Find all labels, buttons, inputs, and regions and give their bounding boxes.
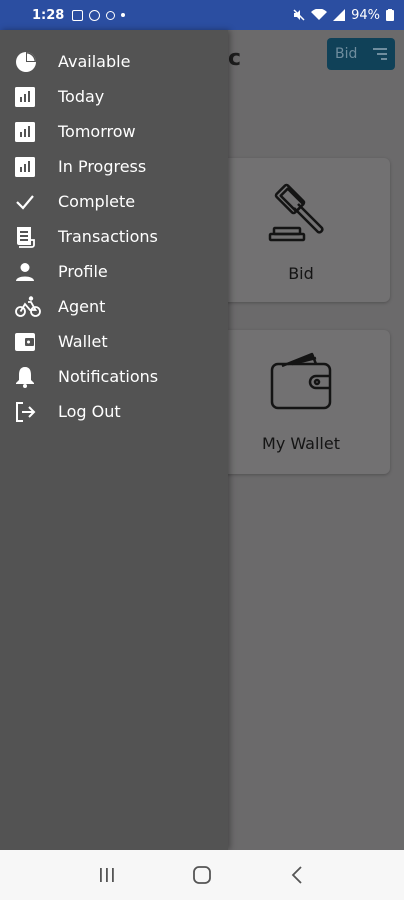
status-bar: 1:28 94% bbox=[0, 0, 404, 30]
drawer-item-profile[interactable]: Profile bbox=[0, 254, 228, 289]
wallet-icon bbox=[0, 332, 58, 352]
drawer-item-log-out[interactable]: Log Out bbox=[0, 394, 228, 429]
my-wallet-card-label: My Wallet bbox=[262, 434, 340, 453]
filter-lines-icon bbox=[373, 48, 387, 63]
bid-header-button[interactable]: Bid bbox=[327, 38, 395, 70]
drawer-item-in-progress[interactable]: In Progress bbox=[0, 149, 228, 184]
bid-header-label: Bid bbox=[335, 46, 358, 62]
drawer-item-label: Wallet bbox=[58, 332, 108, 351]
check-icon bbox=[0, 192, 58, 212]
app-notification-icon bbox=[106, 10, 116, 20]
home-icon bbox=[193, 866, 211, 884]
bell-icon bbox=[0, 366, 58, 388]
drawer-item-available[interactable]: Available bbox=[0, 44, 228, 79]
gavel-icon bbox=[268, 183, 324, 242]
wifi-icon bbox=[311, 9, 328, 20]
bid-card-label: Bid bbox=[288, 264, 314, 283]
drawer-item-label: Today bbox=[58, 87, 105, 106]
back-button[interactable] bbox=[277, 855, 317, 895]
bid-card[interactable]: Bid bbox=[212, 158, 390, 302]
more-notifications-dot-icon bbox=[121, 13, 126, 17]
bar-chart-icon bbox=[0, 156, 58, 177]
drawer-item-complete[interactable]: Complete bbox=[0, 184, 228, 219]
battery-percent: 94% bbox=[351, 7, 380, 23]
drawer-item-label: Notifications bbox=[58, 367, 159, 386]
home-button[interactable] bbox=[182, 855, 222, 895]
back-icon bbox=[291, 866, 302, 884]
drawer-item-label: Log Out bbox=[58, 402, 121, 421]
battery-icon bbox=[386, 9, 394, 21]
drawer-item-transactions[interactable]: Transactions bbox=[0, 219, 228, 254]
drawer-item-label: In Progress bbox=[58, 157, 147, 176]
drawer-item-notifications[interactable]: Notifications bbox=[0, 359, 228, 394]
drawer-item-label: Tomorrow bbox=[58, 122, 136, 141]
mute-icon bbox=[293, 9, 305, 21]
drawer-item-label: Agent bbox=[58, 297, 106, 316]
drawer-item-label: Profile bbox=[58, 262, 108, 281]
status-time: 1:28 bbox=[32, 7, 65, 23]
status-notification-icons bbox=[72, 9, 126, 21]
drawer-item-label: Transactions bbox=[58, 227, 158, 246]
bar-chart-icon bbox=[0, 86, 58, 107]
image-notification-icon bbox=[72, 9, 84, 21]
app-title-fragment: c bbox=[228, 46, 242, 71]
navigation-drawer: Available Today Tomorrow In Progress Com… bbox=[0, 30, 228, 850]
drawer-menu: Available Today Tomorrow In Progress Com… bbox=[0, 30, 228, 429]
signal-icon bbox=[333, 9, 346, 21]
drawer-item-today[interactable]: Today bbox=[0, 79, 228, 114]
pie-chart-icon bbox=[0, 51, 58, 73]
drawer-item-wallet[interactable]: Wallet bbox=[0, 324, 228, 359]
drawer-item-agent[interactable]: Agent bbox=[0, 289, 228, 324]
receipt-icon bbox=[0, 226, 58, 248]
bar-chart-icon bbox=[0, 121, 58, 142]
status-system-icons: 94% bbox=[293, 8, 394, 23]
wallet-icon bbox=[270, 352, 332, 410]
drawer-item-label: Available bbox=[58, 52, 131, 71]
recent-apps-button[interactable] bbox=[87, 855, 127, 895]
my-wallet-card[interactable]: My Wallet bbox=[212, 330, 390, 474]
system-navigation-bar bbox=[0, 850, 404, 900]
drawer-item-tomorrow[interactable]: Tomorrow bbox=[0, 114, 228, 149]
settings-notification-icon bbox=[89, 9, 101, 21]
logout-icon bbox=[0, 401, 58, 422]
drawer-item-label: Complete bbox=[58, 192, 136, 211]
person-icon bbox=[0, 262, 58, 282]
bicycle-icon bbox=[0, 295, 58, 318]
recent-apps-icon bbox=[100, 868, 115, 882]
